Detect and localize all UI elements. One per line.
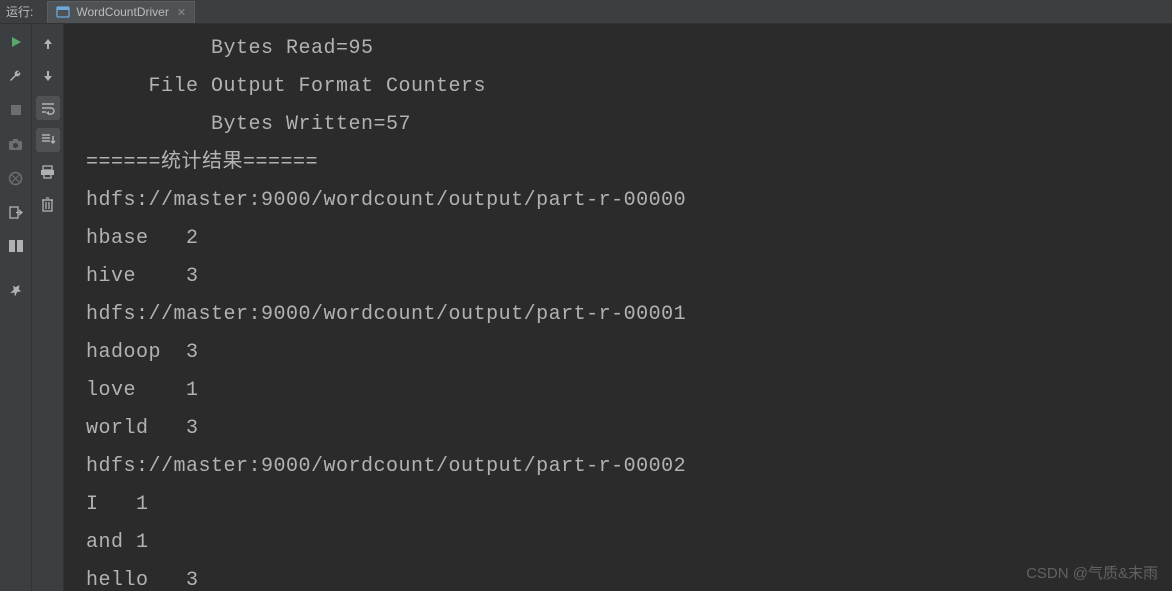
camera-icon[interactable] (8, 136, 24, 152)
up-arrow-icon[interactable] (36, 32, 60, 56)
console-output[interactable]: Bytes Read=95 File Output Format Counter… (64, 24, 1172, 591)
run-header: 运行: WordCountDriver ✕ (0, 0, 1172, 24)
trash-icon[interactable] (36, 192, 60, 216)
scroll-icon[interactable] (36, 128, 60, 152)
toolbar-gutter (32, 24, 64, 591)
wrap-icon[interactable] (36, 96, 60, 120)
exit-icon[interactable] (8, 204, 24, 220)
print-icon[interactable] (36, 160, 60, 184)
run-tab[interactable]: WordCountDriver ✕ (47, 1, 195, 23)
stop-icon[interactable] (8, 102, 24, 118)
application-icon (56, 5, 70, 19)
left-gutter (0, 24, 32, 591)
down-arrow-icon[interactable] (36, 64, 60, 88)
pin-icon[interactable] (8, 282, 24, 298)
main-area: Bytes Read=95 File Output Format Counter… (0, 24, 1172, 591)
run-icon[interactable] (8, 34, 24, 50)
run-label: 运行: (6, 3, 33, 20)
close-icon[interactable]: ✕ (177, 6, 186, 19)
console-text: Bytes Read=95 File Output Format Counter… (86, 30, 1172, 591)
tab-title: WordCountDriver (76, 5, 168, 19)
bug-icon[interactable] (8, 170, 24, 186)
layout-icon[interactable] (8, 238, 24, 254)
watermark: CSDN @气质&末雨 (1026, 562, 1158, 583)
wrench-icon[interactable] (8, 68, 24, 84)
